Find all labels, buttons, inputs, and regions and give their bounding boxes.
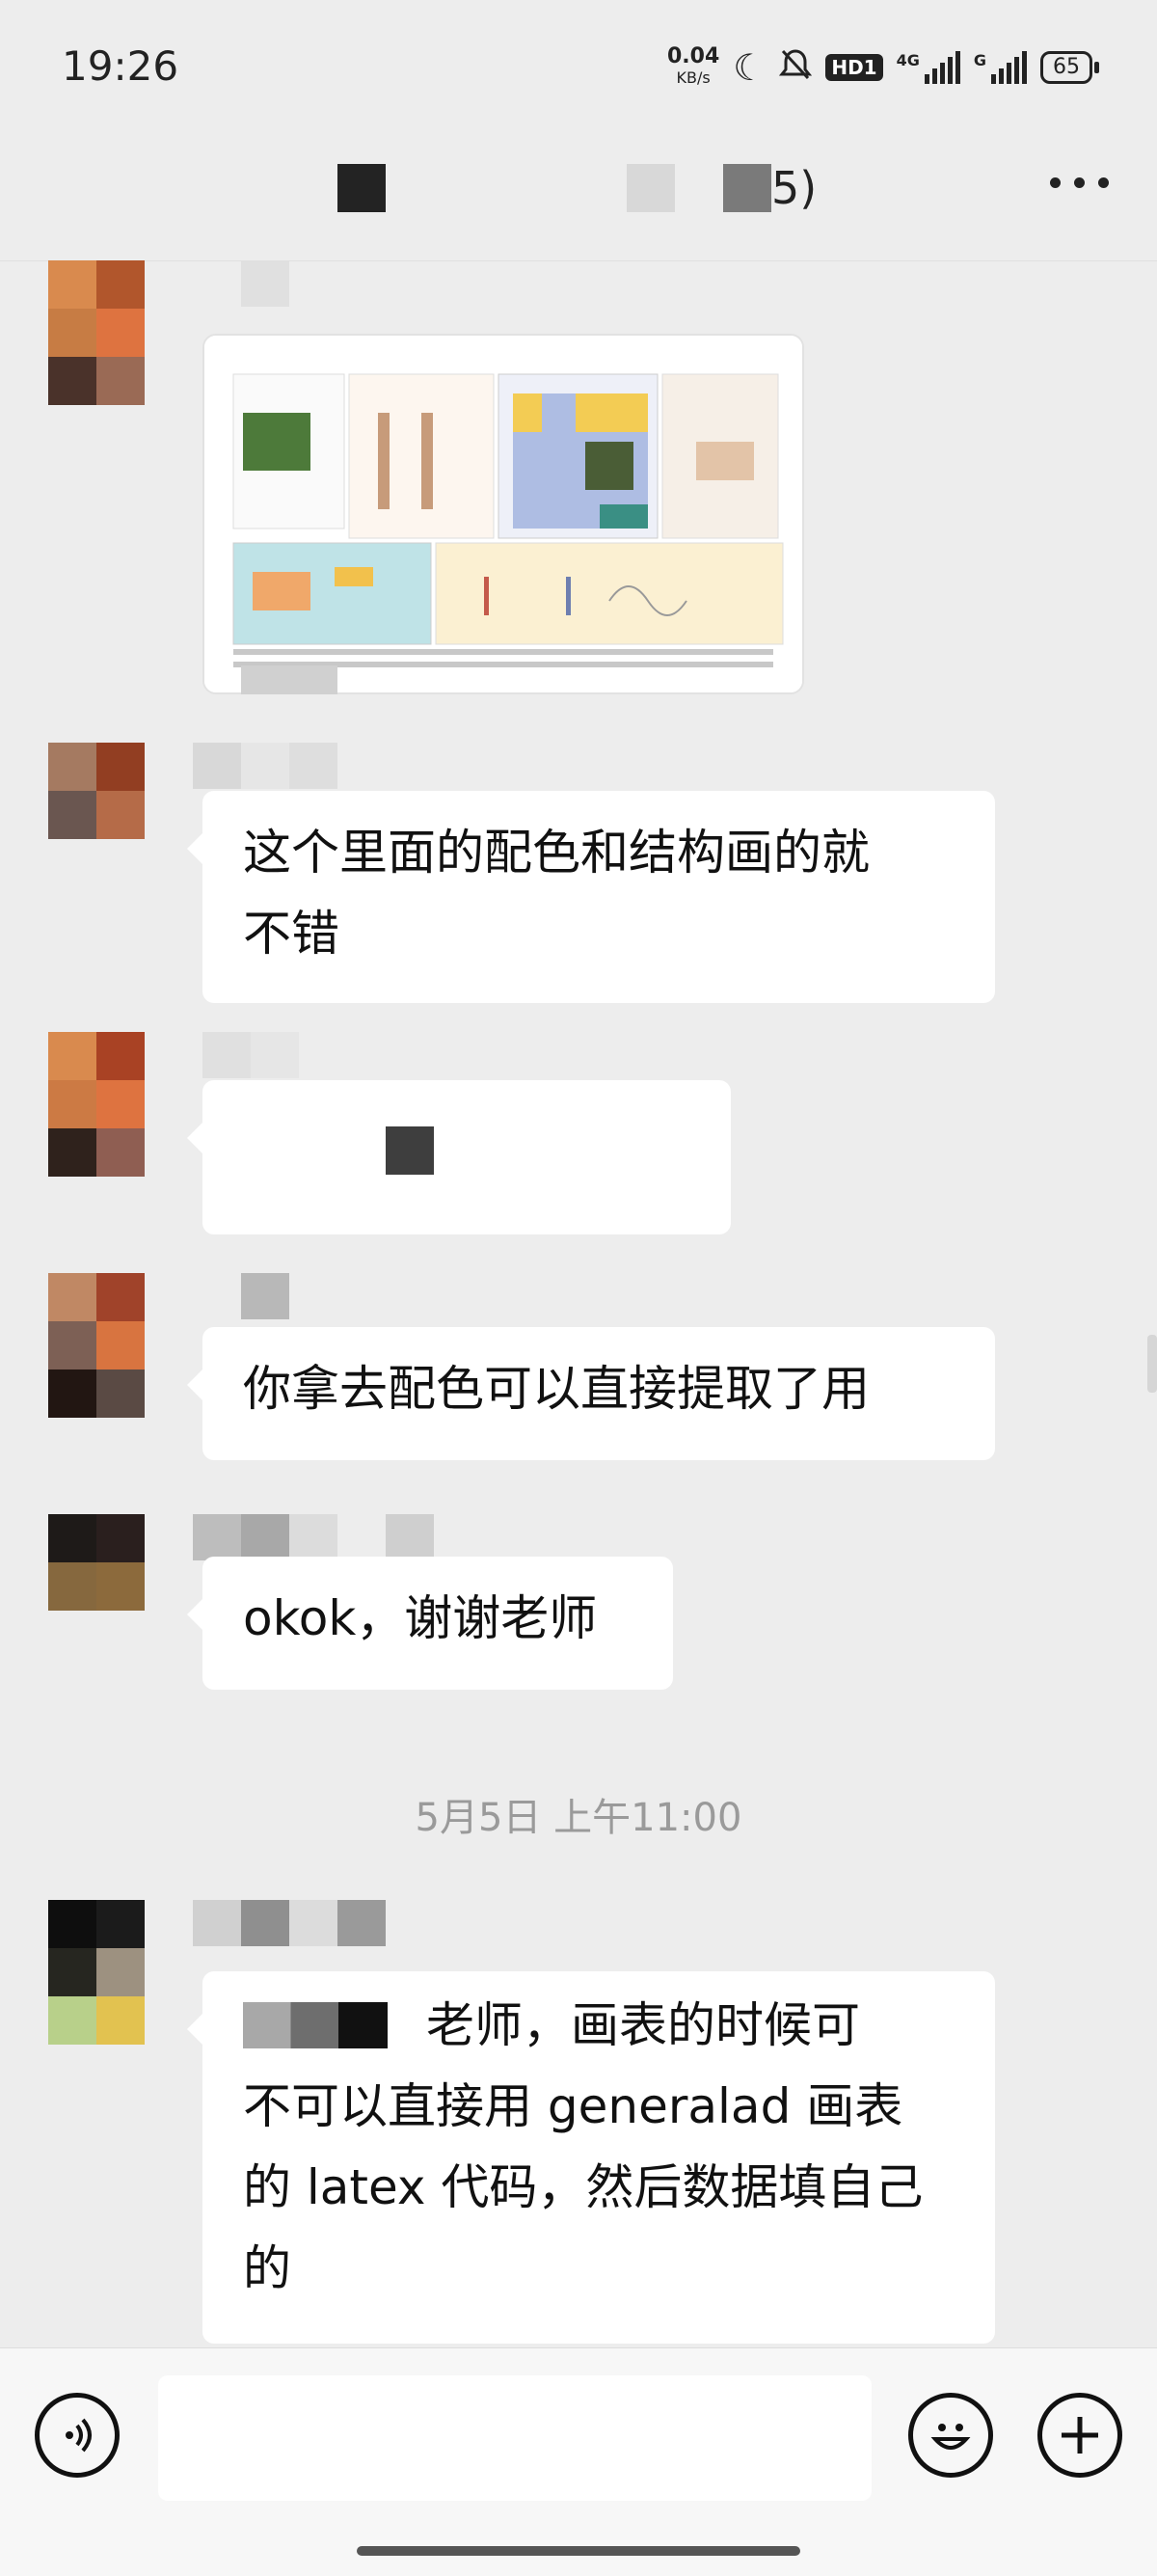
avatar[interactable]: [48, 1900, 145, 2045]
sender-name-redacted: [202, 1032, 299, 1078]
message-text: 老师，画表的时候可: [426, 1997, 860, 2053]
message-bubble[interactable]: 这个里面的配色和结构画的就 不错: [187, 791, 995, 1003]
network-speed: 0.04 KB/s: [666, 44, 720, 88]
avatar[interactable]: [48, 743, 145, 839]
signal-icon: 4G: [897, 51, 960, 84]
title-redacted-3: [723, 164, 771, 212]
voice-icon[interactable]: [35, 2393, 120, 2478]
message-text: 不可以直接用 generalad 画表: [243, 2078, 903, 2134]
avatar[interactable]: [48, 1514, 145, 1611]
hd-badge: HD1: [825, 54, 883, 81]
avatar[interactable]: [48, 260, 145, 405]
redacted-block: [386, 1126, 434, 1175]
avatar[interactable]: [48, 1032, 145, 1177]
chat-timestamp: 5月5日 上午11:00: [415, 1796, 742, 1840]
scrollbar-thumb[interactable]: [1147, 1335, 1157, 1393]
home-indicator[interactable]: [357, 2546, 800, 2556]
message-text: 你拿去配色可以直接提取了用: [243, 1361, 870, 1417]
message-bubble-redacted[interactable]: [187, 1080, 731, 1234]
sender-name-redacted: [193, 743, 337, 789]
message-bubble[interactable]: 你拿去配色可以直接提取了用: [187, 1327, 995, 1460]
message-text: 的: [243, 2240, 291, 2296]
message-text: okok，谢谢老师: [243, 1590, 598, 1646]
sender-name-redacted: [241, 260, 289, 307]
image-caption-redacted: [241, 665, 337, 694]
image-message[interactable]: [202, 334, 804, 694]
avatar[interactable]: [48, 1273, 145, 1418]
battery-icon: 65: [1040, 51, 1099, 84]
message-text: 这个里面的配色和结构画的就: [243, 825, 870, 881]
sender-name-redacted: [241, 1273, 289, 1319]
status-bar: 19:26 0.04 KB/s ☾ HD1 4G G 65: [0, 0, 1157, 135]
message-text: 的 latex 代码，然后数据填自己: [243, 2159, 924, 2215]
message-bubble[interactable]: okok，谢谢老师: [187, 1557, 673, 1690]
message-input[interactable]: [158, 2375, 872, 2501]
sender-name-redacted: [193, 1900, 386, 1946]
chat-header: [0, 135, 1157, 261]
plus-icon[interactable]: [1037, 2393, 1122, 2478]
status-time: 19:26: [62, 42, 179, 90]
emoji-icon[interactable]: [908, 2393, 993, 2478]
moon-icon: ☾: [733, 46, 767, 89]
status-icons: 0.04 KB/s ☾ HD1 4G G 65: [667, 46, 1099, 89]
signal-icon-2: G: [974, 51, 1027, 84]
message-line: 老师，画表的时候可: [243, 1985, 955, 2066]
title-redacted-1: [337, 164, 386, 212]
message-bubble[interactable]: 老师，画表的时候可 不可以直接用 generalad 画表 的 latex 代码…: [187, 1971, 995, 2344]
chat-input-bar: [0, 2347, 1157, 2576]
sender-name-redacted: [193, 1514, 434, 1560]
message-text: 不错: [243, 906, 339, 962]
more-dots-icon[interactable]: [1050, 177, 1109, 188]
diagram-thumbnail: [204, 336, 802, 692]
mute-bell-icon: [779, 47, 813, 88]
title-redacted-2: [627, 164, 675, 212]
mention-redacted: [243, 2002, 388, 2048]
chat-title[interactable]: 5): [771, 162, 817, 214]
